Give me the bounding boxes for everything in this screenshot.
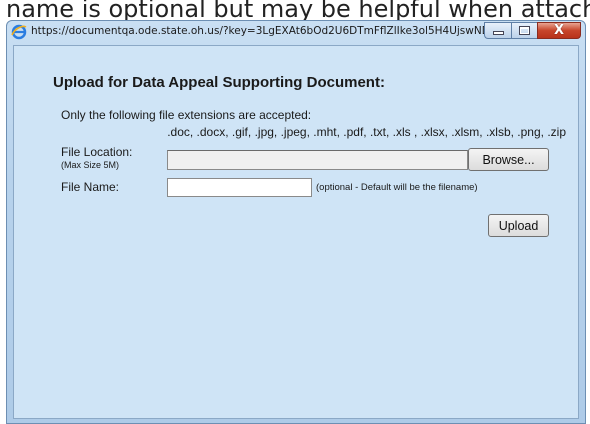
file-location-label: File Location:: [61, 145, 133, 159]
page-title: Upload for Data Appeal Supporting Docume…: [53, 74, 385, 91]
title-bar[interactable]: https://documentqa.ode.state.oh.us/?key=…: [7, 21, 585, 45]
file-name-label: File Name:: [61, 180, 120, 194]
close-button[interactable]: X: [537, 22, 581, 39]
upload-form-panel: Upload for Data Appeal Supporting Docume…: [13, 45, 579, 419]
accepted-extensions-intro: Only the following file extensions are a…: [61, 108, 312, 122]
minimize-icon: [493, 32, 503, 34]
maximize-icon: [520, 27, 529, 34]
ie-icon: [11, 24, 27, 40]
file-name-hint: (optional - Default will be the filename…: [316, 182, 478, 193]
file-name-input[interactable]: [167, 178, 312, 197]
close-icon: X: [553, 23, 565, 38]
maximize-button[interactable]: [511, 22, 537, 39]
file-size-note: (Max Size 5M): [61, 160, 120, 170]
window-title-url: https://documentqa.ode.state.oh.us/?key=…: [31, 25, 501, 37]
minimize-button[interactable]: [484, 22, 511, 39]
window-controls: X: [484, 22, 581, 40]
browse-button[interactable]: Browse...: [468, 148, 549, 171]
upload-button[interactable]: Upload: [488, 214, 549, 237]
accepted-extensions-list: .doc, .docx, .gif, .jpg, .jpeg, .mht, .p…: [167, 125, 566, 139]
popup-window: https://documentqa.ode.state.oh.us/?key=…: [6, 20, 586, 424]
file-location-field[interactable]: [167, 150, 468, 170]
